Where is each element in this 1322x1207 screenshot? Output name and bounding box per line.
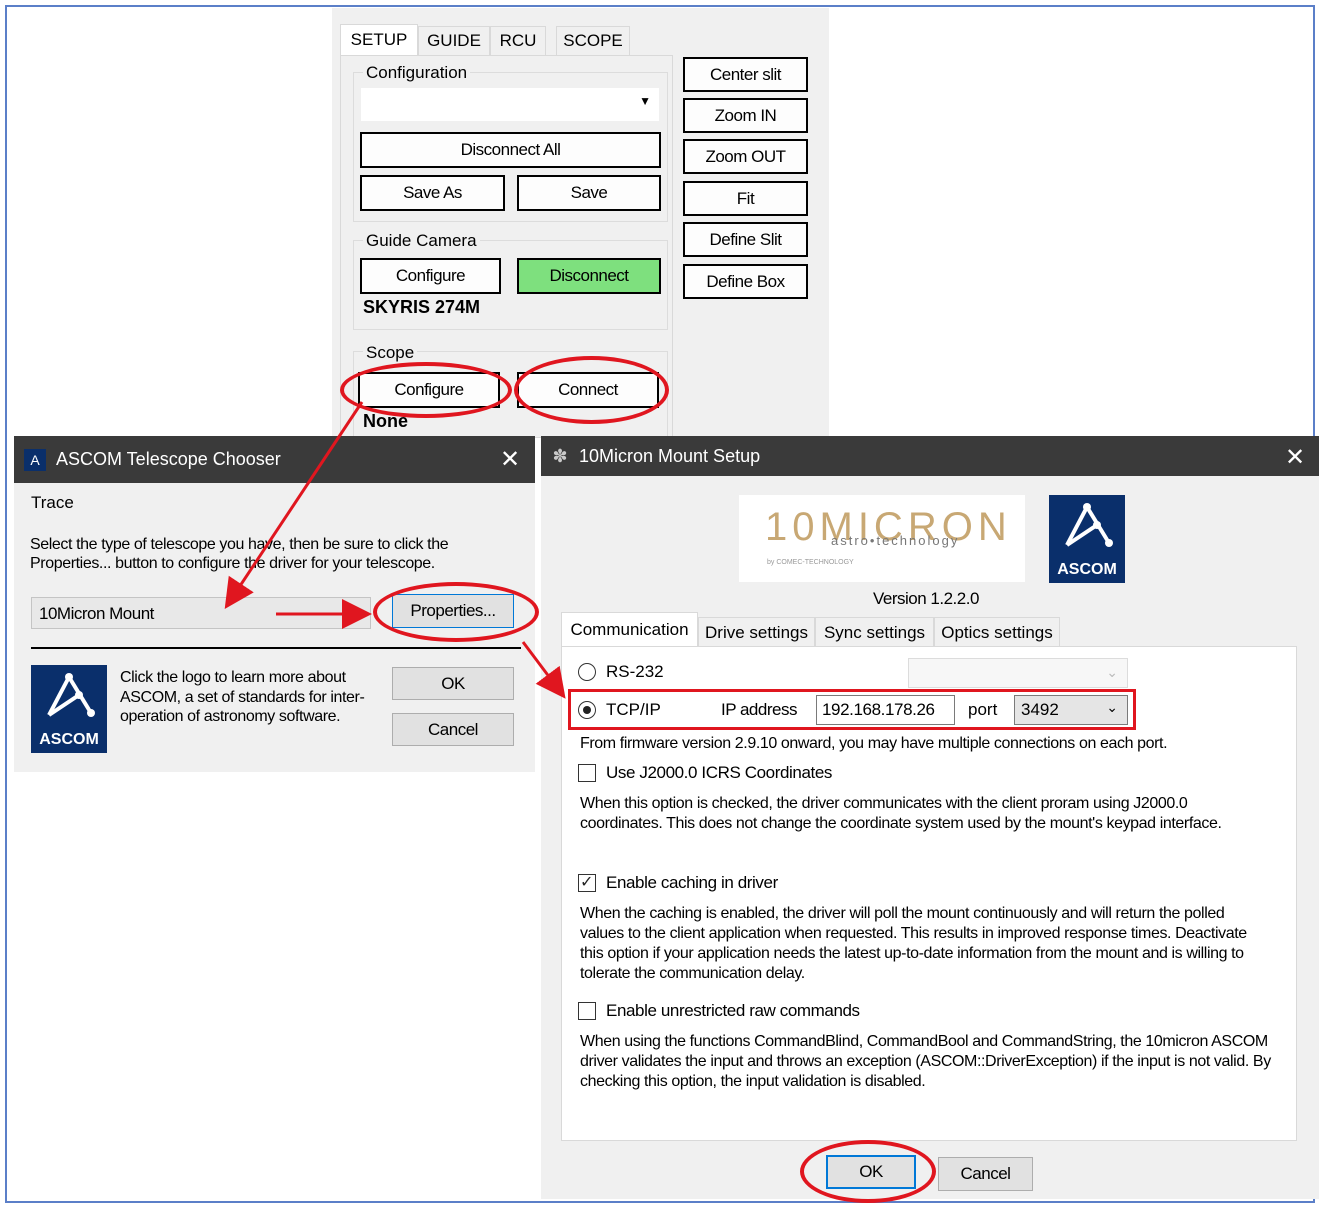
guide-camera-configure-button[interactable]: Configure xyxy=(360,258,501,294)
mount-ascom-logo: ASCOM xyxy=(1049,495,1125,583)
chooser-menu-trace[interactable]: Trace xyxy=(31,493,74,513)
chooser-selected-value: 10Micron Mount xyxy=(39,604,154,623)
firmware-note: From firmware version 2.9.10 onward, you… xyxy=(580,735,1168,752)
tab-drive-settings[interactable]: Drive settings xyxy=(698,617,815,647)
annotation-circle-scope-configure xyxy=(340,362,512,418)
caching-description: When the caching is enabled, the driver … xyxy=(580,905,1247,982)
j2000-checkbox[interactable] xyxy=(578,764,596,782)
tab-optics-settings[interactable]: Optics settings xyxy=(934,617,1060,647)
ascom-logo-graphic xyxy=(47,673,95,717)
define-box-button[interactable]: Define Box xyxy=(683,264,808,299)
rs232-label: RS-232 xyxy=(606,662,664,681)
chooser-about-text: Click the logo to learn more about ASCOM… xyxy=(120,669,365,725)
raw-commands-description: When using the functions CommandBlind, C… xyxy=(580,1033,1271,1090)
zoom-out-button[interactable]: Zoom OUT xyxy=(683,139,808,174)
chooser-titlebar: A ASCOM Telescope Chooser xyxy=(14,436,535,483)
tab-guide[interactable]: GUIDE xyxy=(418,26,490,55)
guide-camera-disconnect-button[interactable]: Disconnect xyxy=(517,258,661,294)
10micron-logo: 10MICRON astro•technology by COMEC-TECHN… xyxy=(739,495,1025,582)
chooser-divider xyxy=(31,647,521,649)
mount-setup-titlebar: ✽ 10Micron Mount Setup xyxy=(541,436,1319,476)
ascom-logo[interactable]: ASCOM xyxy=(31,665,107,753)
telescope-app-icon: A xyxy=(24,448,46,471)
close-icon[interactable]: ✕ xyxy=(500,445,520,473)
chooser-title: ASCOM Telescope Chooser xyxy=(56,449,281,469)
10micron-logo-small: by COMEC-TECHNOLOGY xyxy=(767,559,854,566)
guide-camera-label: Guide Camera xyxy=(363,231,480,251)
caching-label: Enable caching in driver xyxy=(606,873,778,892)
fit-button[interactable]: Fit xyxy=(683,181,808,216)
chevron-down-icon: ▼ xyxy=(639,94,651,108)
mount-app-icon: ✽ xyxy=(552,445,568,466)
mount-ascom-logo-text: ASCOM xyxy=(1057,561,1117,578)
annotation-circle-ok xyxy=(800,1140,936,1203)
define-slit-button[interactable]: Define Slit xyxy=(683,222,808,257)
chooser-selected-field[interactable]: 10Micron Mount xyxy=(31,597,371,629)
10micron-logo-sub: astro•technology xyxy=(831,533,960,548)
j2000-description: When this option is checked, the driver … xyxy=(580,795,1222,832)
guide-camera-name: SKYRIS 274M xyxy=(363,297,481,317)
raw-commands-label: Enable unrestricted raw commands xyxy=(606,1001,860,1020)
scope-label: Scope xyxy=(363,343,418,363)
annotation-circle-properties xyxy=(373,582,539,642)
configuration-dropdown[interactable]: ▼ xyxy=(360,87,660,122)
chevron-down-icon: ⌄ xyxy=(1106,664,1118,680)
zoom-in-button[interactable]: Zoom IN xyxy=(683,98,808,133)
tab-sync-settings[interactable]: Sync settings xyxy=(815,617,934,647)
configuration-label: Configuration xyxy=(363,63,471,83)
save-button[interactable]: Save xyxy=(517,175,661,211)
chooser-ok-button[interactable]: OK xyxy=(392,667,514,700)
raw-commands-checkbox[interactable] xyxy=(578,1002,596,1020)
j2000-label: Use J2000.0 ICRS Coordinates xyxy=(606,763,832,782)
mount-ascom-logo-graphic xyxy=(1065,503,1113,547)
mount-close-icon[interactable]: ✕ xyxy=(1285,443,1305,471)
mount-setup-title: 10Micron Mount Setup xyxy=(579,445,761,466)
mount-cancel-button[interactable]: Cancel xyxy=(938,1157,1033,1191)
check-icon: ✓ xyxy=(580,874,594,891)
tab-scope[interactable]: SCOPE xyxy=(556,26,630,55)
caching-checkbox[interactable]: ✓ xyxy=(578,874,596,892)
rs232-port-dropdown[interactable]: ⌄ xyxy=(908,658,1128,688)
chooser-cancel-button[interactable]: Cancel xyxy=(392,713,514,746)
version-label: Version 1.2.2.0 xyxy=(873,589,979,608)
rs232-radio[interactable] xyxy=(578,663,596,681)
tab-communication[interactable]: Communication xyxy=(561,612,698,647)
tcpip-highlight-box xyxy=(568,689,1136,730)
chooser-instructions: Select the type of telescope you have, t… xyxy=(30,536,449,572)
ascom-logo-text: ASCOM xyxy=(39,731,99,748)
tab-rcu[interactable]: RCU xyxy=(490,26,546,55)
center-slit-button[interactable]: Center slit xyxy=(683,57,808,92)
disconnect-all-button[interactable]: Disconnect All xyxy=(360,132,661,168)
tab-setup[interactable]: SETUP xyxy=(340,24,418,55)
save-as-button[interactable]: Save As xyxy=(360,175,505,211)
annotation-circle-scope-connect xyxy=(514,356,669,424)
